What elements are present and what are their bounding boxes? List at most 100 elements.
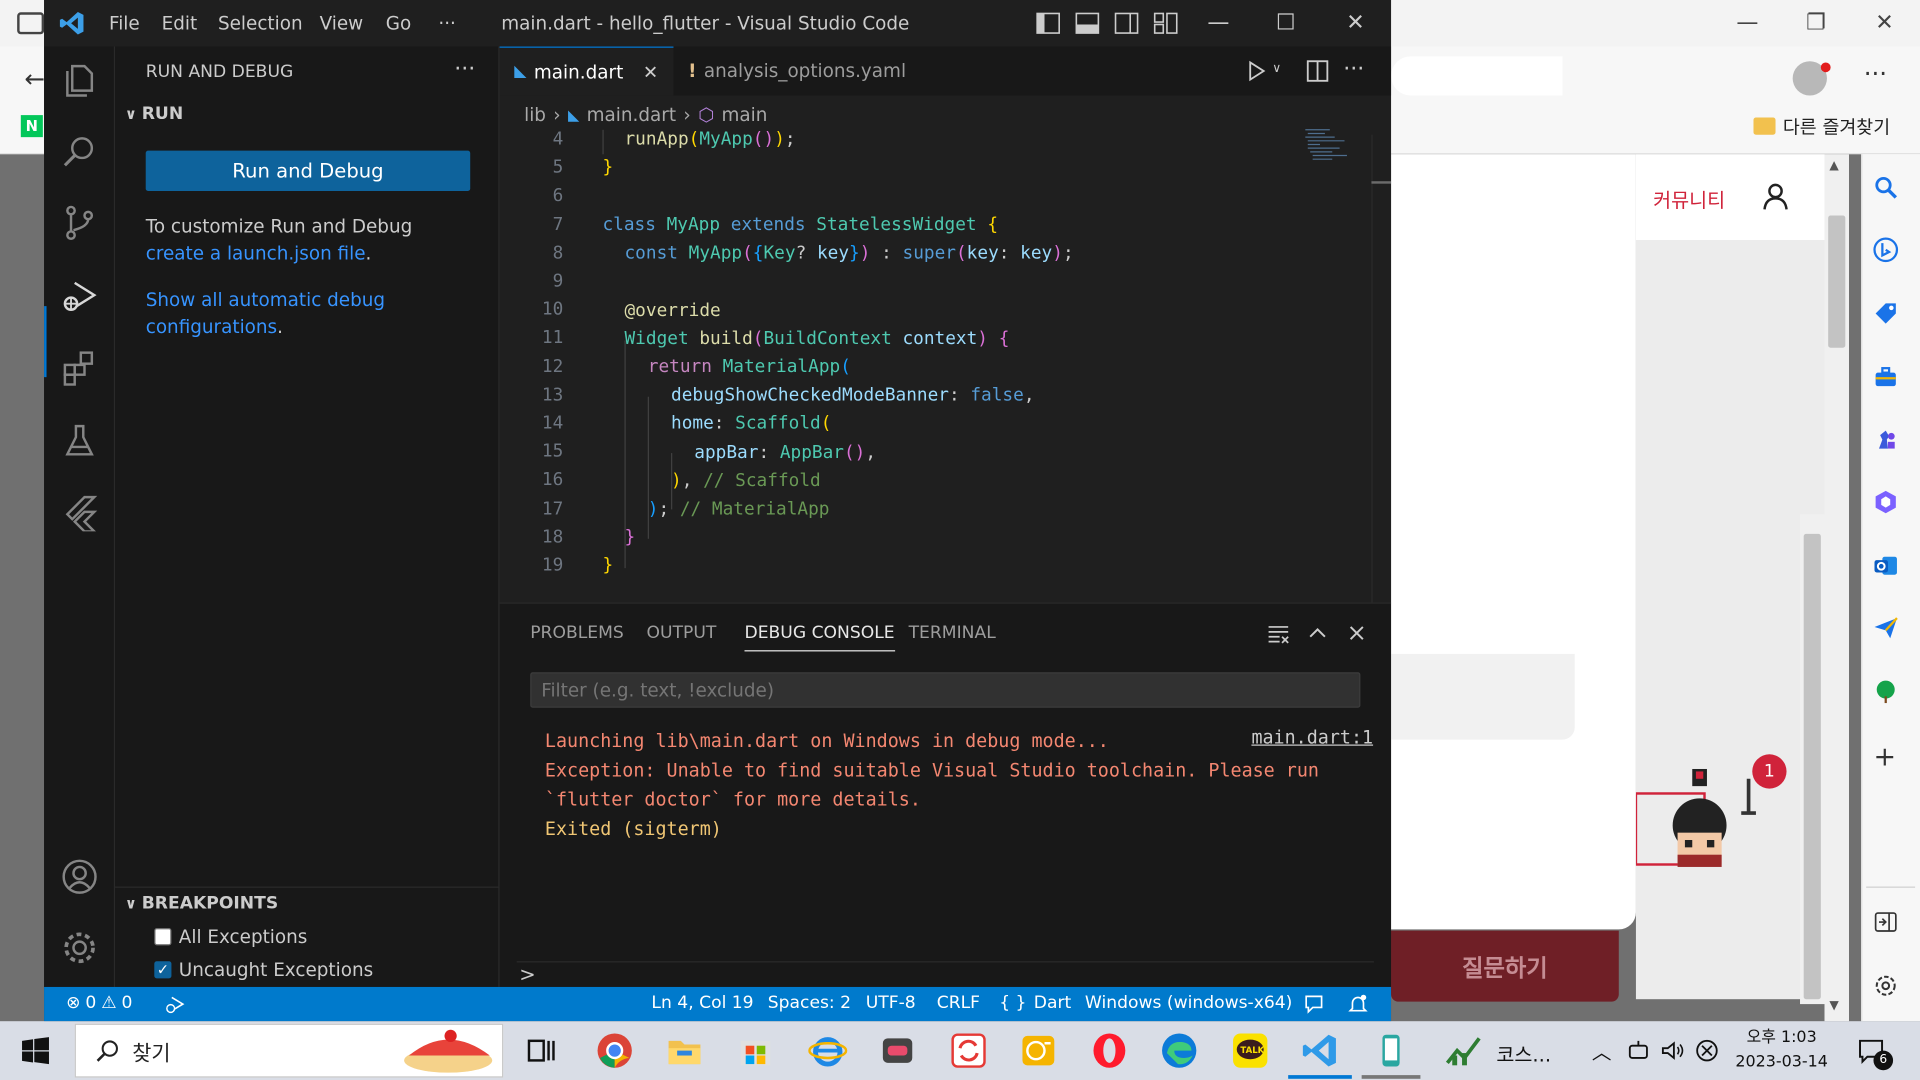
toggle-primary-sidebar-icon[interactable]	[1036, 12, 1060, 34]
encoding-status[interactable]: UTF-8	[866, 993, 916, 1013]
windows-start-icon[interactable]	[21, 1036, 50, 1065]
settings-more-icon[interactable]: ···	[1864, 59, 1887, 88]
tab-analysis-options[interactable]: ! analysis_options.yaml	[673, 47, 918, 96]
code-line-19[interactable]: }	[602, 556, 613, 576]
testing-flask-icon[interactable]	[60, 421, 99, 460]
close-panel-icon[interactable]	[1345, 621, 1369, 645]
phone-app-icon[interactable]	[1371, 1031, 1410, 1070]
vscode-taskbar-icon[interactable]	[1300, 1031, 1339, 1070]
keyboard-ime-icon[interactable]	[1626, 1038, 1650, 1062]
breakpoints-section-header[interactable]: ∨ BREAKPOINTS	[125, 894, 278, 914]
menu-edit[interactable]: Edit	[162, 12, 198, 34]
hide-sidebar-icon[interactable]	[1872, 909, 1899, 936]
minimap[interactable]	[1303, 127, 1352, 164]
close-tab-icon[interactable]: ✕	[643, 61, 658, 83]
code-line-8[interactable]: const MyApp({Key? key}) : super(key: key…	[624, 244, 1073, 264]
tab-debug-console[interactable]: DEBUG CONSOLE	[744, 623, 895, 652]
games-chess-icon[interactable]	[1872, 426, 1899, 453]
sidebar-more-actions-icon[interactable]: ···	[454, 56, 475, 82]
eol-status[interactable]: CRLF	[937, 993, 980, 1013]
run-dropdown-chevron-icon[interactable]: ∨	[1272, 62, 1281, 75]
code-line-15[interactable]: appBar: AppBar(),	[694, 443, 876, 463]
shopping-tag-icon[interactable]	[1872, 300, 1899, 327]
clear-console-icon[interactable]	[1266, 621, 1290, 645]
explorer-files-icon[interactable]	[60, 61, 99, 100]
edge-restore-button[interactable]: ❐	[1788, 10, 1844, 36]
outlook-icon[interactable]	[1872, 552, 1899, 579]
sidebar-add-icon[interactable]: +	[1873, 742, 1896, 773]
tab-main-dart[interactable]: ◣ main.dart ✕	[499, 46, 674, 96]
page-scrollbar-thumb[interactable]	[1828, 215, 1846, 348]
menu-selection[interactable]: Selection	[218, 12, 303, 34]
breadcrumb-lib[interactable]: lib	[524, 104, 546, 126]
task-view-icon[interactable]	[522, 1031, 561, 1070]
microsoft-365-icon[interactable]	[1872, 489, 1899, 516]
customize-layout-icon[interactable]	[1153, 12, 1178, 34]
source-control-icon[interactable]	[60, 203, 99, 242]
run-and-debug-button[interactable]: Run and Debug	[145, 150, 471, 192]
address-bar[interactable]	[1391, 56, 1563, 96]
code-line-16[interactable]: ), // Scaffold	[671, 471, 821, 491]
problems-status[interactable]: ⊗ 0 ⚠ 0	[66, 993, 132, 1013]
all-exceptions-checkbox[interactable]	[154, 928, 172, 946]
taskbar-clock[interactable]: 오후 1:03 2023-03-14	[1729, 1026, 1834, 1075]
menu-more[interactable]: ···	[438, 12, 456, 34]
toggle-secondary-sidebar-icon[interactable]	[1114, 12, 1139, 34]
code-editor[interactable]: 4 5 6 7 8 9 10 11 12 13 14 15 16 17 18 19 runApp(MyApp(…	[500, 129, 1308, 603]
device-status[interactable]: Windows (windows-x64)	[1085, 993, 1292, 1013]
kakaotalk-icon[interactable]: TALK	[1231, 1031, 1270, 1070]
page-scroll-down-arrow[interactable]: ▼	[1829, 999, 1838, 1012]
code-line-10[interactable]: @override	[624, 301, 720, 321]
tab-terminal[interactable]: TERMINAL	[909, 623, 996, 643]
user-account-icon[interactable]	[1761, 181, 1790, 210]
show-all-debug-configs-link[interactable]: Show all automatic debug configurations	[146, 289, 385, 338]
edge-icon[interactable]	[1160, 1031, 1199, 1070]
internet-explorer-icon[interactable]	[808, 1031, 848, 1070]
inner-scrollbar-thumb[interactable]	[1803, 533, 1821, 1000]
maximize-panel-icon[interactable]	[1305, 621, 1329, 645]
create-launch-json-link[interactable]: create a launch.json file	[146, 242, 366, 264]
code-line-11[interactable]: Widget build(BuildContext context) {	[624, 329, 1009, 349]
page-scroll-up-arrow[interactable]: ▲	[1829, 159, 1838, 172]
stock-chart-app-icon[interactable]	[1445, 1031, 1484, 1070]
menu-file[interactable]: File	[109, 12, 140, 34]
notifications-bell-icon[interactable]	[1347, 993, 1369, 1015]
back-arrow-icon[interactable]: ←	[24, 64, 45, 93]
console-source-link[interactable]: main.dart:1	[1251, 726, 1373, 748]
show-hidden-icons-chevron[interactable]: ︿	[1592, 1036, 1612, 1065]
send-telegram-icon[interactable]	[1872, 615, 1899, 642]
accounts-icon[interactable]	[60, 857, 99, 896]
edge-close-button[interactable]: ✕	[1856, 10, 1912, 36]
debug-status-icon[interactable]	[164, 993, 186, 1015]
stock-app-label[interactable]: 코스...	[1496, 1038, 1551, 1067]
naver-favicon[interactable]: N	[20, 115, 43, 138]
search-icon[interactable]	[60, 132, 99, 171]
tab-output[interactable]: OUTPUT	[647, 623, 717, 643]
tree-drop-icon[interactable]	[1872, 678, 1899, 705]
network-disconnected-icon[interactable]	[1695, 1038, 1719, 1062]
code-line-18[interactable]: }	[624, 528, 635, 548]
vscode-close-button[interactable]: ✕	[1337, 10, 1374, 37]
cursor-position[interactable]: Ln 4, Col 19	[651, 993, 753, 1013]
menu-view[interactable]: View	[320, 12, 364, 34]
other-favorites-folder[interactable]: 다른 즐겨찾기	[1753, 113, 1890, 140]
console-repl-input[interactable]: >	[516, 961, 1374, 988]
code-line-7[interactable]: class MyApp extends StatelessWidget {	[602, 216, 998, 236]
breakpoint-uncaught-exceptions[interactable]: ✓ Uncaught Exceptions	[154, 959, 373, 981]
split-editor-icon[interactable]	[1305, 59, 1329, 83]
code-line-4[interactable]: runApp(MyApp());	[624, 130, 795, 150]
edge-minimize-button[interactable]: —	[1719, 10, 1775, 36]
code-line-5[interactable]: }	[602, 158, 613, 178]
chrome-icon[interactable]	[595, 1031, 634, 1070]
sidebar-settings-icon[interactable]	[1872, 972, 1899, 999]
editor-more-actions-icon[interactable]: ···	[1343, 56, 1364, 82]
edge-tab-actions-icon[interactable]	[17, 12, 45, 35]
microsoft-store-icon[interactable]	[736, 1031, 775, 1070]
run-and-debug-icon[interactable]	[60, 277, 99, 316]
file-explorer-icon[interactable]	[665, 1031, 704, 1070]
bing-chat-icon[interactable]	[1872, 236, 1899, 263]
code-line-13[interactable]: debugShowCheckedModeBanner: false,	[671, 386, 1034, 406]
breadcrumb-main-dart[interactable]: main.dart	[587, 104, 676, 126]
code-line-14[interactable]: home: Scaffold(	[671, 414, 831, 434]
breakpoint-all-exceptions[interactable]: All Exceptions	[154, 926, 307, 948]
